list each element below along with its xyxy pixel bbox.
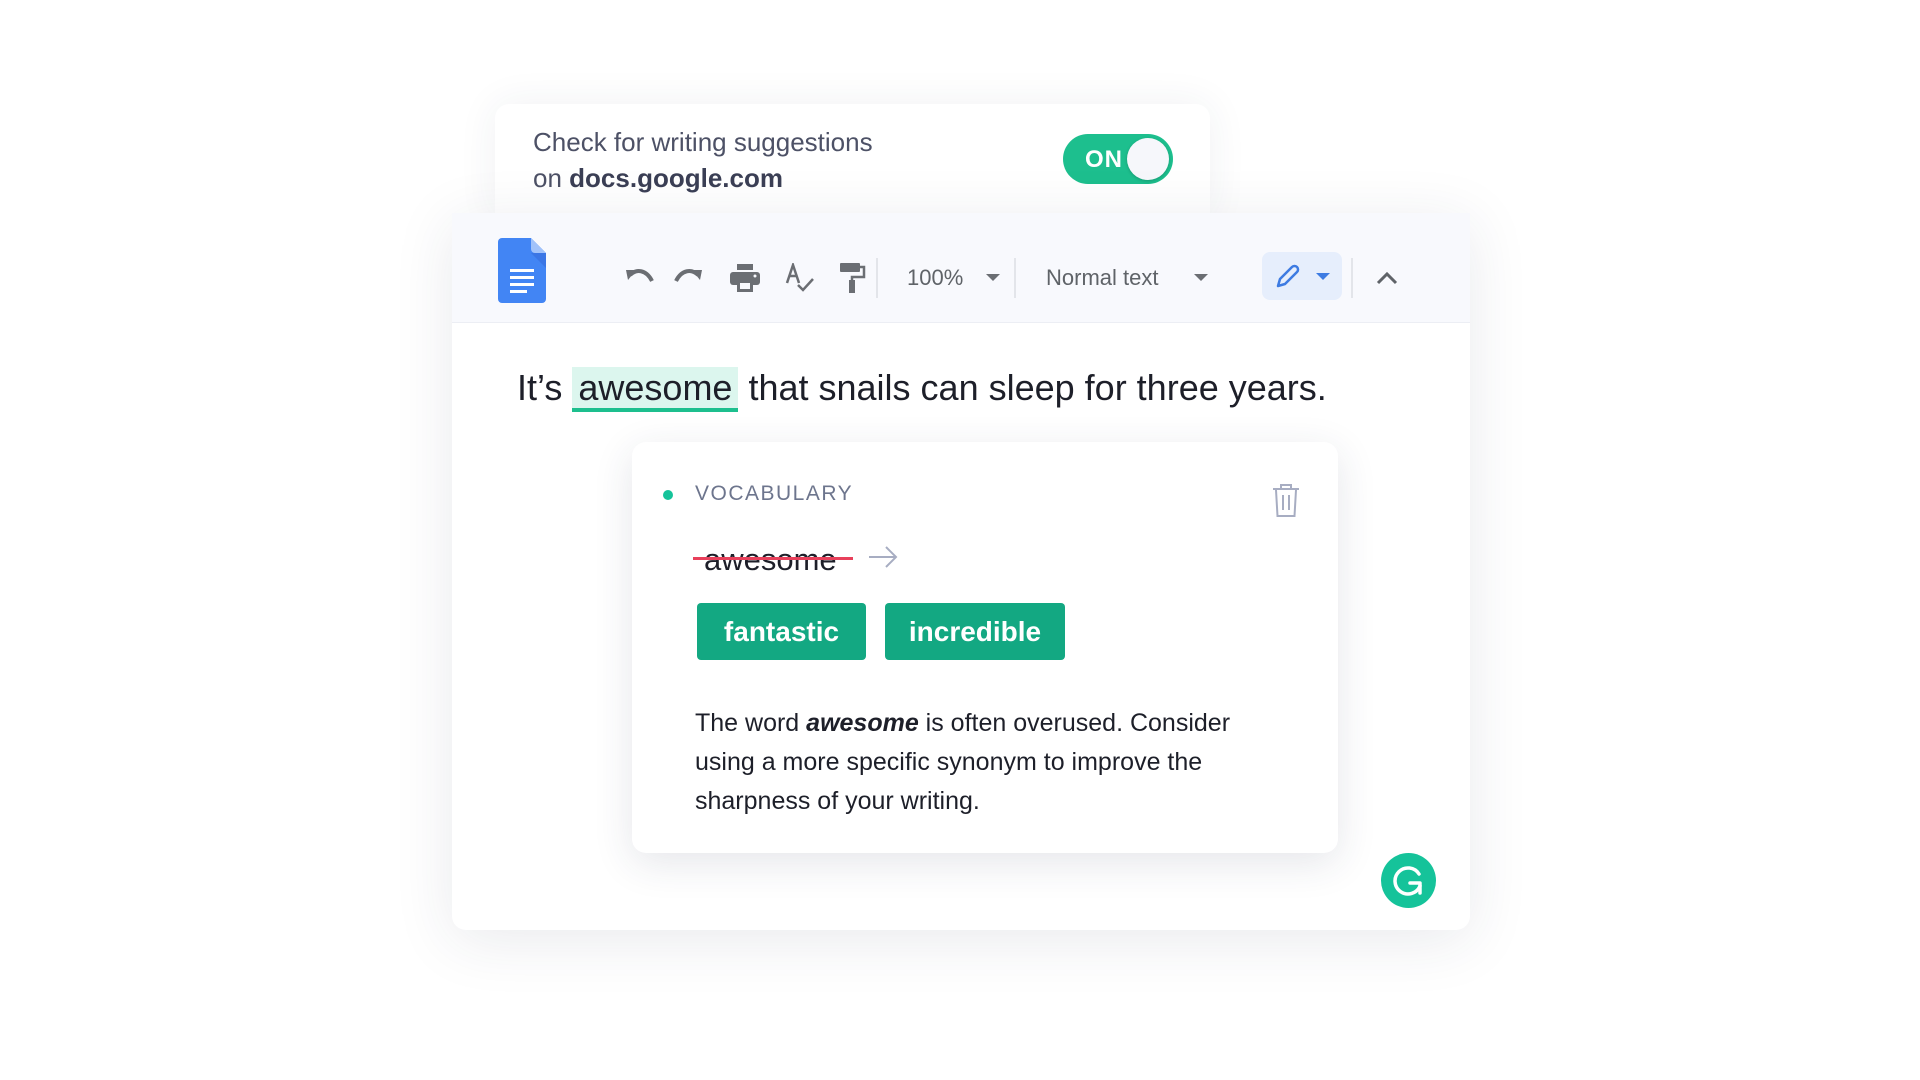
category-dot: [663, 490, 673, 500]
flagged-word[interactable]: awesome: [572, 367, 739, 412]
zoom-select[interactable]: 100%: [907, 263, 963, 293]
toolbar-divider: [1014, 258, 1016, 298]
suggestion-explanation: The word awesome is often overused. Cons…: [695, 704, 1295, 821]
style-caret-icon[interactable]: [1194, 274, 1208, 281]
toolbar-divider: [1351, 258, 1353, 298]
explanation-bold-word: awesome: [806, 709, 919, 737]
sentence-after: that snails can sleep for three years.: [748, 367, 1327, 408]
suggestions-toggle[interactable]: ON: [1063, 134, 1173, 184]
mode-caret-icon: [1316, 273, 1330, 280]
replacement-incredible-button[interactable]: incredible: [885, 603, 1065, 660]
text-style-select[interactable]: Normal text: [1046, 263, 1158, 293]
strikethrough-line: [693, 557, 853, 560]
zoom-caret-icon[interactable]: [986, 274, 1000, 281]
chevron-up-icon[interactable]: [1370, 263, 1404, 293]
pencil-icon: [1276, 264, 1300, 288]
arrow-right-icon: [869, 546, 898, 568]
settings-line-1: Check for writing suggestions: [533, 127, 873, 157]
explanation-prefix: The word: [695, 709, 807, 737]
site-domain: docs.google.com: [569, 163, 783, 193]
original-word: awesome: [704, 542, 837, 577]
toolbar-divider: [876, 258, 878, 298]
docs-toolbar: 100% Normal text: [452, 213, 1470, 323]
editing-mode-button[interactable]: [1262, 252, 1342, 300]
suggestion-card: VOCABULARY awesome fantastic incredible …: [632, 442, 1338, 853]
paint-format-icon[interactable]: [836, 263, 870, 293]
redo-icon[interactable]: [671, 263, 705, 293]
trash-icon[interactable]: [1272, 484, 1300, 518]
undo-icon[interactable]: [623, 263, 657, 293]
toggle-knob: [1127, 138, 1169, 180]
grammarly-button[interactable]: [1381, 853, 1436, 908]
grammarly-g-icon: [1392, 865, 1422, 896]
sentence-before: It’s: [517, 367, 563, 408]
toggle-label: ON: [1085, 146, 1123, 173]
print-icon[interactable]: [728, 263, 762, 293]
category-label: VOCABULARY: [695, 482, 854, 505]
spellcheck-icon[interactable]: [783, 263, 817, 293]
grammarly-settings-card: Check for writing suggestions on docs.go…: [495, 104, 1210, 216]
settings-text: Check for writing suggestions on docs.go…: [533, 124, 873, 196]
settings-line-2-prefix: on: [533, 163, 570, 193]
replacement-fantastic-button[interactable]: fantastic: [697, 603, 866, 660]
google-docs-icon: [498, 238, 546, 303]
document-sentence: It’s awesome that snails can sleep for t…: [517, 363, 1327, 413]
stage: Check for writing suggestions on docs.go…: [0, 0, 1920, 1080]
settings-line-2: on docs.google.com: [533, 160, 873, 196]
